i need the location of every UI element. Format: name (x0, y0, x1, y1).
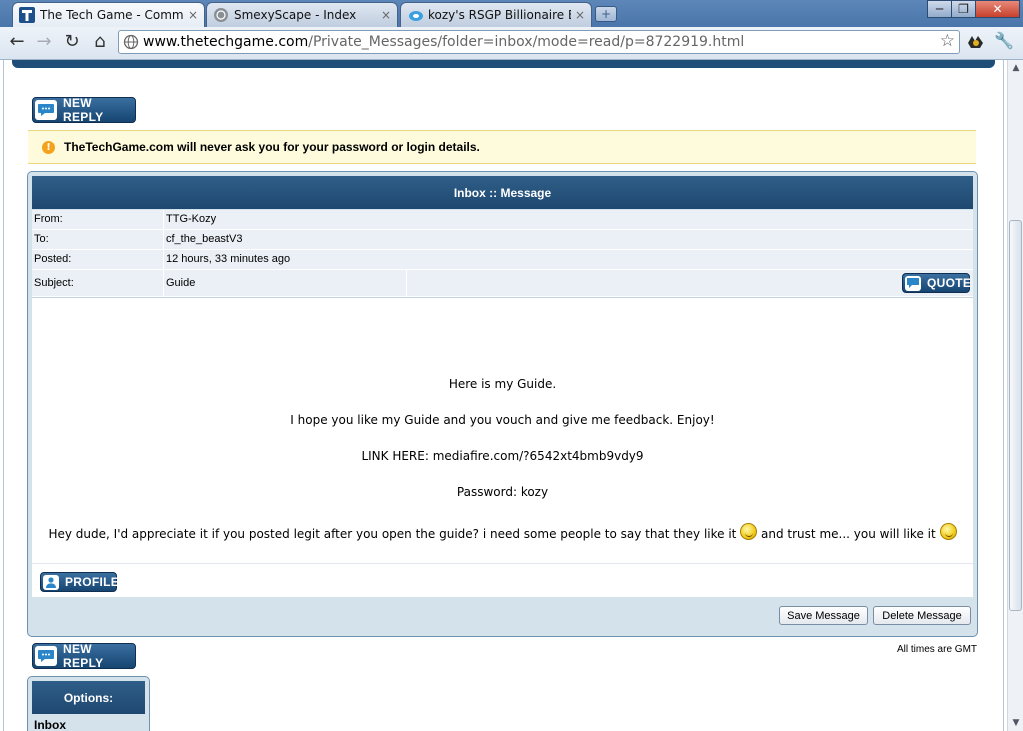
tab-close-icon[interactable]: × (188, 8, 198, 22)
url-host: www.thetechgame.com (143, 34, 309, 50)
from-value[interactable]: TTG-Kozy (166, 213, 216, 225)
extension-icon[interactable] (966, 33, 986, 51)
timezone-note: All times are GMT (897, 644, 978, 655)
body-text: and trust me... you will like it (761, 527, 936, 541)
tab-the-tech-game[interactable]: The Tech Game - Community × (12, 2, 205, 27)
reload-icon[interactable]: ↻ (61, 31, 83, 53)
new-reply-label: New Reply (63, 642, 104, 670)
row-divider (163, 210, 164, 229)
posted-row: Posted: 12 hours, 33 minutes ago (32, 250, 973, 270)
page-globe-icon (123, 34, 139, 50)
globe-favicon-icon (214, 8, 228, 22)
speech-bubble-icon (35, 100, 57, 120)
bookmark-star-icon[interactable]: ☆ (940, 31, 955, 51)
address-bar[interactable]: www.thetechgame.com/Private_Messages/fol… (118, 30, 960, 54)
forward-icon[interactable]: → (33, 31, 55, 53)
message-body: Here is my Guide. I hope you like my Gui… (32, 297, 973, 563)
tab-close-icon[interactable]: × (575, 8, 585, 22)
from-label: From: (34, 213, 63, 225)
url-path: /Private_Messages/folder=inbox/mode=read… (308, 34, 745, 50)
speech-bubble-icon (35, 646, 57, 666)
options-inbox-link[interactable]: Inbox (34, 718, 66, 731)
profile-button[interactable]: Profile (40, 572, 120, 592)
quote-label: Quote (927, 276, 972, 290)
scroll-up-arrow-icon[interactable]: ▲ (1009, 60, 1023, 76)
row-divider (163, 270, 164, 296)
scroll-down-arrow-icon[interactable]: ▼ (1009, 715, 1023, 731)
to-label: To: (34, 233, 49, 245)
body-line: I hope you like my Guide and you vouch a… (290, 413, 715, 427)
subject-label: Subject: (34, 277, 74, 289)
new-reply-button-top[interactable]: New Reply (32, 96, 136, 124)
body-line: Here is my Guide. (448, 377, 557, 391)
posted-label: Posted: (34, 253, 72, 265)
row-divider (163, 230, 164, 249)
subject-value: Guide (166, 277, 196, 289)
header-bar-edge (12, 60, 995, 68)
profile-label: Profile (65, 575, 120, 589)
page-viewport: New Reply ! TheTechGame.com will never a… (0, 60, 1007, 731)
body-line: LINK HERE: mediafire.com/?6542xt4bmb9vdy… (361, 449, 644, 463)
posted-value: 12 hours, 33 minutes ago (166, 253, 291, 265)
save-message-button[interactable]: Save Message (779, 606, 868, 625)
new-reply-button-bottom[interactable]: New Reply (32, 642, 136, 670)
wrench-icon[interactable]: 🔧 (994, 31, 1014, 50)
wink-smiley-icon (939, 523, 957, 540)
message-panel: Inbox :: Message From: TTG-Kozy To: cf_t… (27, 171, 978, 637)
options-panel: Options: Inbox (27, 676, 150, 731)
subject-row: Subject: Guide Quote (32, 270, 973, 297)
scrollbar-thumb[interactable] (1009, 220, 1022, 611)
from-row: From: TTG-Kozy (32, 210, 973, 230)
delete-message-button[interactable]: Delete Message (873, 606, 971, 625)
tab-strip: The Tech Game - Community × SmexyScape -… (0, 0, 1023, 27)
back-icon[interactable]: ← (6, 31, 28, 53)
body-line: Hey dude, I'd appreciate it if you poste… (32, 523, 973, 541)
tab-label: kozy's RSGP Billionaire Ebook.p (428, 8, 571, 22)
message-header: Inbox :: Message (32, 176, 973, 209)
minimize-button[interactable]: ─ (927, 0, 952, 18)
info-icon: ! (42, 140, 55, 154)
ttg-favicon-icon (19, 7, 35, 23)
to-row: To: cf_the_beastV3 (32, 230, 973, 250)
new-tab-button[interactable]: + (595, 6, 617, 22)
tab-smexyscape[interactable]: SmexyScape - Index × (206, 2, 398, 27)
tab-label: SmexyScape - Index (234, 8, 357, 22)
options-header: Options: (32, 681, 145, 714)
vertical-scrollbar[interactable]: ▲ ▼ (1007, 60, 1023, 731)
home-icon[interactable]: ⌂ (89, 31, 111, 53)
quote-icon (905, 275, 921, 291)
row-divider (406, 270, 407, 296)
notice-text: TheTechGame.com will never ask you for y… (64, 140, 480, 154)
quote-button[interactable]: Quote (902, 273, 972, 293)
tab-close-icon[interactable]: × (381, 8, 391, 22)
smiley-icon (740, 523, 758, 540)
security-notice: ! TheTechGame.com will never ask you for… (28, 130, 976, 164)
row-divider (163, 250, 164, 269)
close-window-button[interactable]: ✕ (975, 0, 1020, 18)
new-reply-label: New Reply (63, 96, 104, 124)
user-icon (43, 574, 59, 590)
body-line: Password: kozy (456, 485, 549, 499)
tab-label: The Tech Game - Community (40, 8, 184, 22)
profile-row: Profile (32, 563, 973, 597)
browser-toolbar: ← → ↻ ⌂ www.thetechgame.com/Private_Mess… (0, 27, 1023, 60)
tab-kozy-ebook[interactable]: kozy's RSGP Billionaire Ebook.p × (400, 2, 592, 27)
to-value: cf_the_beastV3 (166, 233, 243, 245)
mediafire-favicon-icon (409, 11, 423, 21)
maximize-button[interactable]: ❐ (951, 0, 976, 18)
body-text: Hey dude, I'd appreciate it if you poste… (48, 527, 737, 541)
